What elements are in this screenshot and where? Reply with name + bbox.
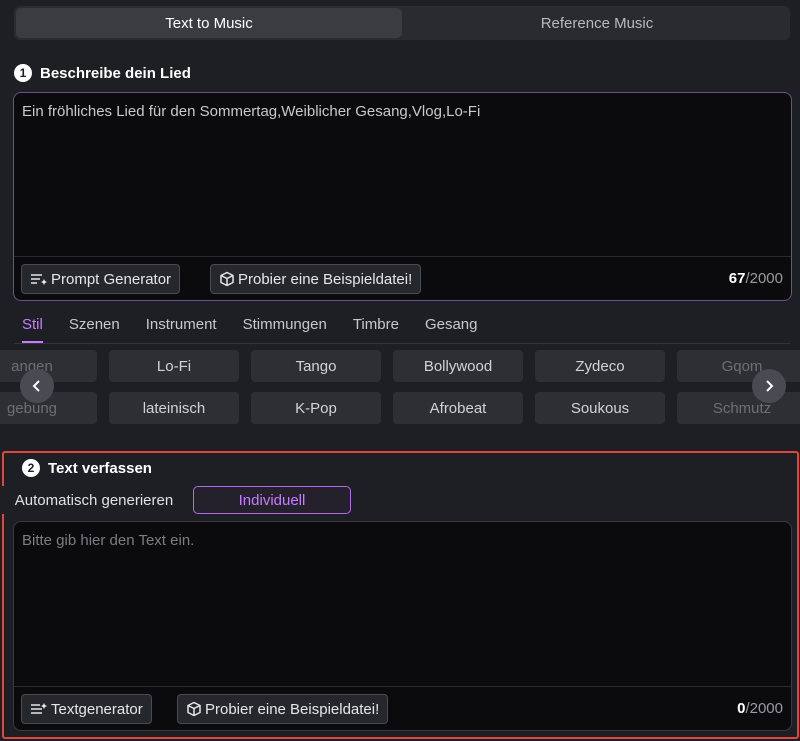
style-tag[interactable]: Tango — [251, 350, 381, 382]
style-tag[interactable]: Bollywood — [393, 350, 523, 382]
prompt-generator-button[interactable]: Prompt Generator — [21, 264, 181, 294]
cube-icon — [220, 271, 234, 287]
auto-generate-option[interactable]: Automatisch generieren — [2, 486, 186, 514]
lyrics-box-footer: Textgenerator Probier eine Beispieldatei… — [14, 686, 791, 730]
sparkle-lines-icon — [31, 274, 47, 285]
chevron-left-icon — [32, 380, 40, 392]
tags-prev-button[interactable] — [20, 369, 54, 403]
tab-stil[interactable]: Stil — [22, 316, 43, 343]
step-number-1: 1 — [14, 64, 32, 82]
text-generator-button[interactable]: Textgenerator — [21, 694, 152, 724]
text-generator-label: Textgenerator — [51, 700, 143, 718]
describe-section-title: 1 Beschreibe dein Lied — [14, 64, 191, 82]
tab-instrument[interactable]: Instrument — [146, 316, 217, 343]
chevron-right-icon — [766, 380, 774, 392]
lyrics-char-counter: 0/2000 — [737, 700, 783, 717]
lyrics-example-file-label: Probier eine Beispieldatei! — [205, 700, 380, 718]
tab-stimmungen[interactable]: Stimmungen — [243, 316, 327, 343]
style-tag[interactable]: lateinisch — [109, 392, 239, 424]
custom-option[interactable]: Individuell — [193, 486, 351, 514]
prompt-input[interactable]: Ein fröhliches Lied für den Sommertag,We… — [22, 103, 480, 120]
style-tags: angen Lo-Fi Tango Bollywood Zydeco Gqom … — [0, 348, 800, 426]
lyrics-section-title: 2 Text verfassen — [22, 459, 152, 477]
category-tabs: Stil Szenen Instrument Stimmungen Timbre… — [22, 316, 503, 343]
tab-reference-music[interactable]: Reference Music — [404, 6, 790, 40]
prompt-box[interactable]: Ein fröhliches Lied für den Sommertag,We… — [13, 92, 792, 301]
tab-szenen[interactable]: Szenen — [69, 316, 120, 343]
prompt-char-max: /2000 — [745, 270, 783, 287]
style-tag[interactable]: K-Pop — [251, 392, 381, 424]
style-tag[interactable]: Soukous — [535, 392, 665, 424]
mode-tabs: Text to Music Reference Music — [14, 6, 790, 40]
category-divider — [14, 343, 790, 344]
lyrics-box: Textgenerator Probier eine Beispieldatei… — [13, 521, 792, 731]
example-file-button[interactable]: Probier eine Beispieldatei! — [210, 264, 422, 294]
prompt-char-count: 67 — [728, 270, 746, 287]
tab-gesang[interactable]: Gesang — [425, 316, 478, 343]
cube-icon — [187, 701, 201, 717]
style-tag[interactable]: Zydeco — [535, 350, 665, 382]
prompt-box-footer: Prompt Generator Probier eine Beispielda… — [14, 256, 791, 300]
style-tag[interactable]: Afrobeat — [393, 392, 523, 424]
lyrics-input[interactable] — [22, 532, 782, 672]
style-tag[interactable]: Lo-Fi — [109, 350, 239, 382]
tags-next-button[interactable] — [752, 369, 786, 403]
tab-text-to-music[interactable]: Text to Music — [16, 8, 402, 38]
describe-title: Beschreibe dein Lied — [40, 64, 191, 82]
sparkle-lines-icon — [31, 703, 47, 714]
step-number-2: 2 — [22, 459, 40, 477]
lyrics-example-file-button[interactable]: Probier eine Beispieldatei! — [177, 694, 389, 724]
tab-timbre[interactable]: Timbre — [353, 316, 399, 343]
example-file-label: Probier eine Beispieldatei! — [238, 270, 413, 288]
lyrics-title: Text verfassen — [48, 459, 152, 477]
prompt-generator-label: Prompt Generator — [51, 270, 172, 288]
prompt-char-counter: 67/2000 — [729, 270, 783, 287]
lyrics-char-max: /2000 — [745, 700, 783, 717]
